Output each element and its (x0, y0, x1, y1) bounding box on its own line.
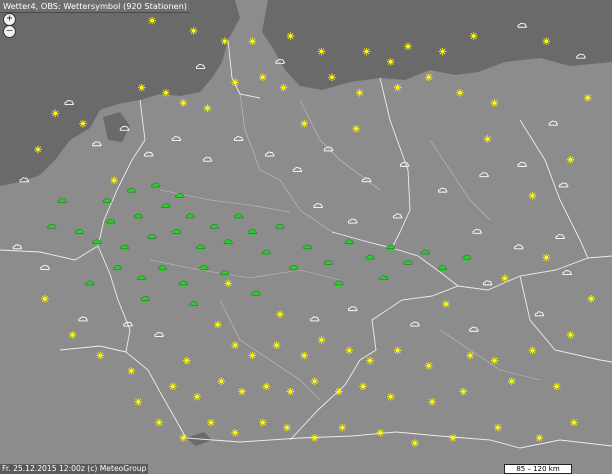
sun-symbol-icon (386, 392, 395, 401)
sun-symbol-icon (310, 434, 319, 442)
sun-symbol-icon (134, 398, 143, 406)
scale-bar: 85 – 120 km (504, 464, 572, 474)
sun-symbol-icon (248, 351, 257, 360)
sun-symbol-icon (483, 135, 492, 143)
sun-symbol-icon (542, 37, 551, 46)
sun-symbol-icon (501, 274, 509, 283)
sun-symbol-icon (272, 341, 281, 349)
sun-symbol-icon (494, 423, 502, 432)
sun-symbol-icon (300, 351, 309, 360)
sun-symbol-icon (335, 387, 343, 396)
sun-symbol-icon (286, 32, 295, 40)
weather-map[interactable]: Wetter4, OBS: Wettersymbol (920 Statione… (0, 0, 612, 474)
sun-symbol-icon (317, 47, 326, 56)
sun-symbol-icon (449, 434, 457, 442)
sun-symbol-icon (155, 418, 163, 427)
sun-symbol-icon (338, 423, 347, 432)
sun-symbol-icon (179, 99, 188, 107)
sun-symbol-icon (438, 47, 447, 56)
sun-symbol-icon (542, 253, 551, 262)
sun-symbol-icon (345, 346, 354, 355)
sun-symbol-icon (127, 367, 136, 375)
sun-symbol-icon (469, 32, 478, 40)
sun-symbol-icon (110, 176, 118, 185)
sun-symbol-icon (224, 279, 233, 288)
timestamp-credit: Fr. 25.12.2015 12:00z (c) MeteoGroup (0, 464, 149, 474)
sun-symbol-icon (169, 382, 177, 391)
sun-symbol-icon (552, 382, 561, 391)
sun-symbol-icon (258, 73, 267, 82)
sun-symbol-icon (535, 434, 544, 442)
sun-symbol-icon (203, 104, 212, 112)
zoom-out-button[interactable]: – (3, 25, 16, 38)
sun-symbol-icon (386, 58, 395, 66)
sun-symbol-icon (51, 109, 60, 118)
sun-symbol-icon (352, 125, 360, 133)
sun-symbol-icon (456, 88, 464, 97)
sun-symbol-icon (490, 99, 499, 107)
sun-symbol-icon (179, 434, 188, 442)
sun-symbol-icon (442, 300, 450, 308)
sun-symbol-icon (424, 73, 433, 82)
sun-symbol-icon (220, 37, 229, 46)
sun-symbol-icon (528, 191, 537, 200)
sun-symbol-icon (283, 423, 291, 432)
sun-symbol-icon (300, 119, 309, 128)
sun-symbol-icon (162, 88, 170, 97)
sun-symbol-icon (411, 439, 419, 447)
sun-symbol-icon (376, 428, 385, 437)
sun-symbol-icon (404, 42, 412, 51)
sun-symbol-icon (238, 387, 246, 396)
sun-symbol-icon (507, 377, 516, 386)
sun-symbol-icon (328, 73, 336, 82)
sun-symbol-icon (34, 145, 42, 154)
sun-symbol-icon (490, 356, 499, 365)
sun-symbol-icon (393, 83, 402, 92)
sun-symbol-icon (137, 83, 146, 92)
map-title: Wetter4, OBS: Wettersymbol (920 Statione… (0, 0, 190, 13)
sun-symbol-icon (359, 382, 367, 391)
sun-symbol-icon (258, 418, 267, 427)
sun-symbol-icon (276, 310, 284, 319)
sun-symbol-icon (248, 37, 257, 46)
sun-symbol-icon (393, 346, 402, 355)
sun-symbol-icon (459, 387, 468, 396)
sun-symbol-icon (189, 27, 198, 35)
map-canvas[interactable] (0, 0, 612, 474)
sun-symbol-icon (362, 47, 371, 56)
sun-symbol-icon (587, 295, 596, 303)
sun-symbol-icon (355, 88, 364, 97)
sun-symbol-icon (231, 428, 239, 437)
sun-symbol-icon (310, 377, 319, 386)
sun-symbol-icon (231, 78, 239, 87)
sun-symbol-icon (428, 398, 437, 406)
sun-symbol-icon (366, 356, 374, 365)
sun-symbol-icon (466, 351, 475, 360)
sun-symbol-icon (214, 320, 222, 329)
sun-symbol-icon (207, 418, 215, 427)
sun-symbol-icon (231, 341, 239, 349)
sun-symbol-icon (279, 83, 288, 92)
sun-symbol-icon (262, 382, 271, 391)
sun-symbol-icon (528, 346, 537, 355)
sun-symbol-icon (79, 119, 87, 128)
sun-symbol-icon (317, 336, 326, 344)
sun-symbol-icon (41, 295, 49, 303)
sun-symbol-icon (566, 155, 575, 164)
sun-symbol-icon (566, 331, 575, 339)
sun-symbol-icon (583, 94, 592, 102)
sun-symbol-icon (217, 377, 226, 386)
sun-symbol-icon (148, 16, 156, 25)
sun-symbol-icon (96, 351, 105, 360)
sun-symbol-icon (286, 387, 295, 396)
sun-symbol-icon (570, 418, 578, 427)
sun-symbol-icon (182, 356, 191, 365)
sun-symbol-icon (193, 392, 201, 401)
sun-symbol-icon (424, 362, 433, 370)
sun-symbol-icon (68, 331, 77, 339)
